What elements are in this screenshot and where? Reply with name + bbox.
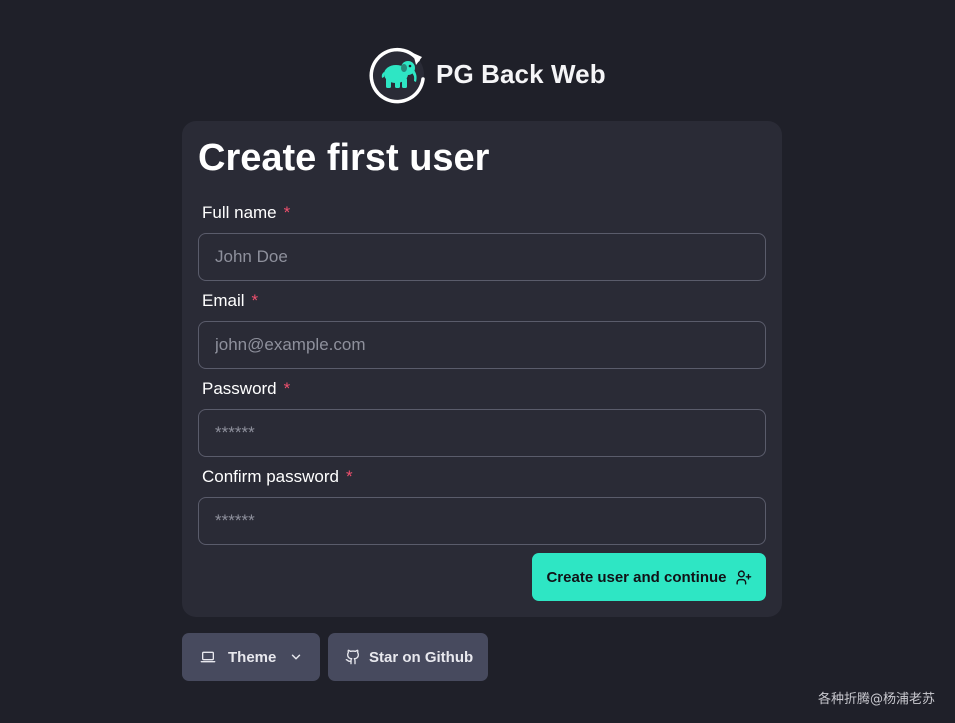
theme-dropdown-button[interactable]: Theme: [182, 633, 320, 681]
app-brand: PG Back Web: [369, 44, 606, 104]
create-user-button-label: Create user and continue: [546, 568, 727, 586]
full-name-input[interactable]: [198, 233, 766, 281]
github-button-label: Star on Github: [369, 648, 474, 666]
email-label: Email *: [202, 291, 259, 310]
user-plus-icon: [735, 569, 751, 585]
confirm-password-input[interactable]: [198, 497, 766, 545]
theme-button-label: Theme: [228, 648, 277, 666]
password-label: Password *: [202, 379, 291, 398]
confirm-password-label: Confirm password *: [202, 467, 353, 486]
full-name-label: Full name *: [202, 203, 291, 222]
create-user-button[interactable]: Create user and continue: [532, 553, 766, 601]
create-user-card: Create first user Full name * Email * Pa…: [182, 121, 782, 617]
star-on-github-button[interactable]: Star on Github: [328, 633, 488, 681]
required-marker: *: [251, 291, 259, 310]
app-name: PG Back Web: [436, 58, 606, 89]
laptop-icon: [200, 651, 216, 663]
watermark-text: 各种折腾@杨浦老苏: [817, 692, 935, 707]
page-title: Create first user: [198, 137, 490, 179]
email-input[interactable]: [198, 321, 766, 369]
required-marker: *: [346, 467, 353, 486]
elephant-backup-logo-icon: [369, 47, 425, 104]
github-icon: [345, 649, 360, 665]
required-marker: *: [283, 379, 291, 398]
required-marker: *: [283, 203, 291, 222]
password-input[interactable]: [198, 409, 766, 457]
chevron-down-icon: [292, 654, 301, 660]
